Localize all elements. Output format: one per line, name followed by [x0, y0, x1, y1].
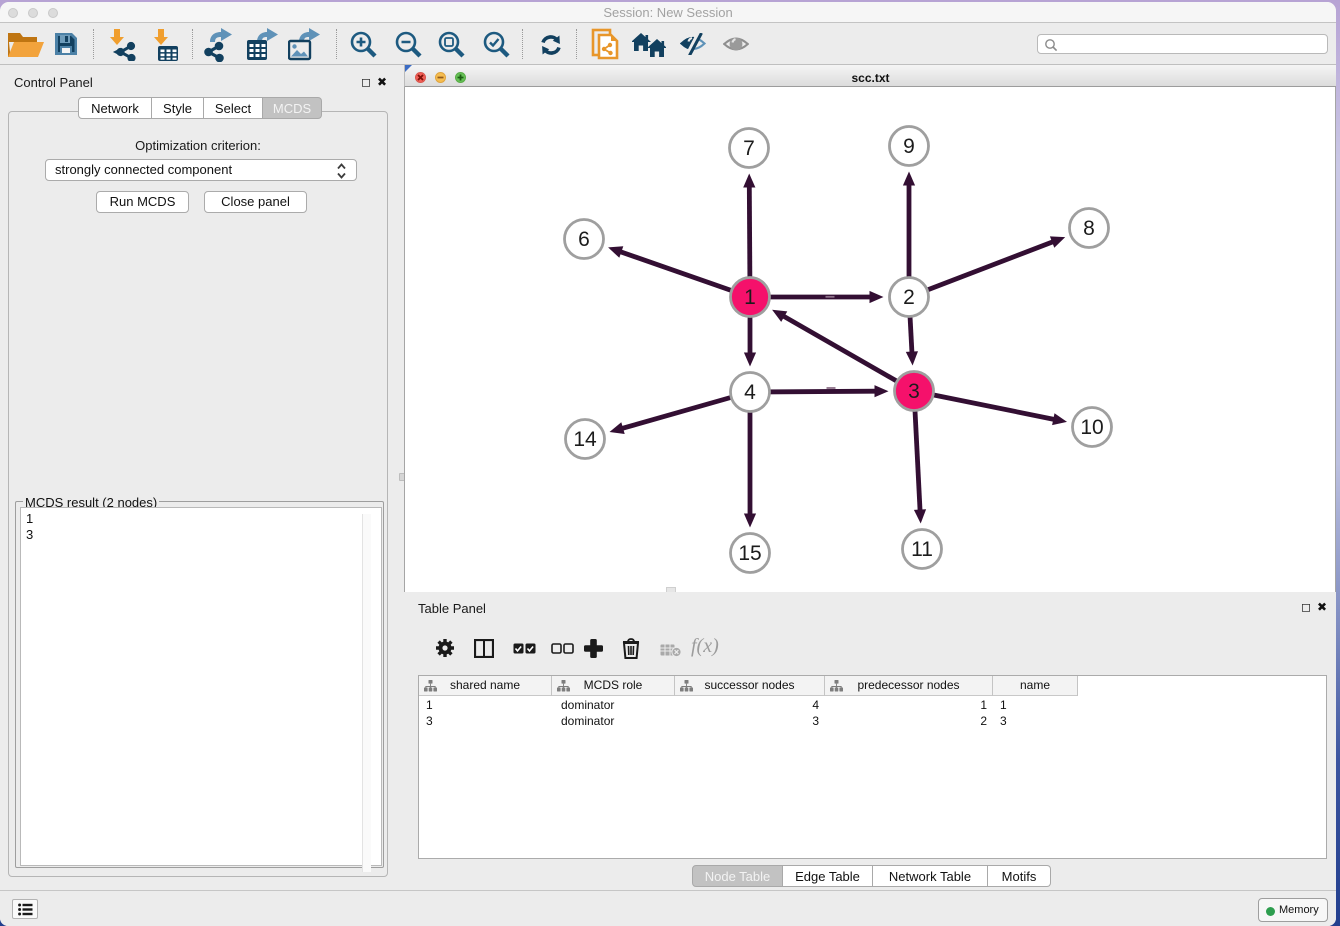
svg-text:2: 2 — [903, 286, 915, 309]
svg-text:8: 8 — [1083, 217, 1095, 240]
svg-text:4: 4 — [744, 381, 756, 404]
svg-text:9: 9 — [903, 135, 915, 158]
svg-text:6: 6 — [578, 228, 590, 251]
svg-text:1: 1 — [744, 286, 756, 309]
svg-text:3: 3 — [908, 380, 920, 403]
svg-text:15: 15 — [738, 542, 761, 565]
svg-text:11: 11 — [911, 538, 933, 561]
svg-text:10: 10 — [1080, 416, 1103, 439]
svg-text:7: 7 — [743, 137, 755, 160]
svg-text:14: 14 — [573, 428, 597, 451]
